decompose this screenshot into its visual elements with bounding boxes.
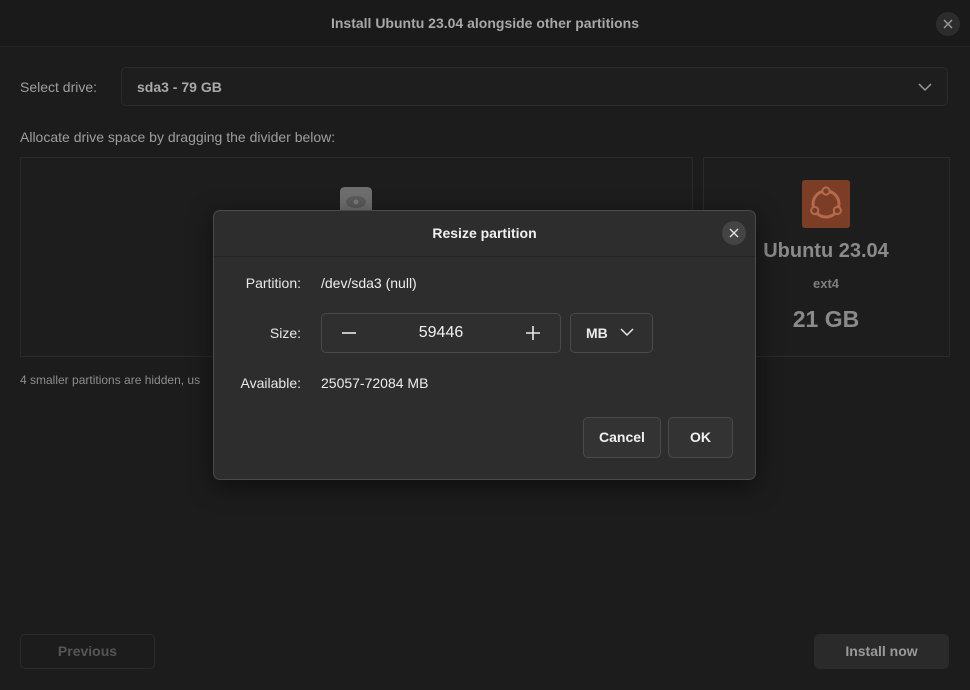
available-label: Available: xyxy=(240,375,301,391)
install-now-button-label: Install now xyxy=(845,643,918,659)
drive-dropdown[interactable]: sda3 - 79 GB xyxy=(121,67,948,106)
hard-drive-icon xyxy=(340,187,372,212)
previous-button-label: Previous xyxy=(57,643,118,659)
previous-button[interactable]: Previous xyxy=(20,634,155,669)
dialog-divider xyxy=(214,256,755,257)
window-close-button[interactable] xyxy=(936,12,960,36)
close-icon xyxy=(729,228,739,238)
cancel-button[interactable]: Cancel xyxy=(583,417,661,458)
chevron-down-icon xyxy=(918,83,932,92)
window-title: Install Ubuntu 23.04 alongside other par… xyxy=(330,15,640,31)
allocate-label: Allocate drive space by dragging the div… xyxy=(20,129,336,145)
title-bar: Install Ubuntu 23.04 alongside other par… xyxy=(0,0,970,47)
partition-label: Partition: xyxy=(245,275,301,291)
size-spinbutton[interactable]: 59446 xyxy=(321,313,561,353)
cancel-button-label: Cancel xyxy=(599,429,645,445)
dialog-close-button[interactable] xyxy=(722,221,746,245)
plus-icon xyxy=(526,326,540,340)
ok-button-label: OK xyxy=(690,429,711,445)
chevron-down-icon xyxy=(620,328,634,337)
partition-value: /dev/sda3 (null) xyxy=(321,275,417,291)
decrease-button[interactable] xyxy=(330,320,368,346)
hidden-partitions-note: 4 smaller partitions are hidden, us xyxy=(20,373,201,387)
ubuntu-logo xyxy=(802,180,850,228)
unit-dropdown[interactable]: MB xyxy=(570,313,653,353)
size-input[interactable]: 59446 xyxy=(382,324,500,342)
resize-partition-dialog: Resize partition Partition: /dev/sda3 (n… xyxy=(213,210,756,480)
size-label: Size: xyxy=(269,325,301,341)
available-value: 25057-72084 MB xyxy=(321,375,429,391)
close-icon xyxy=(943,19,953,29)
ok-button[interactable]: OK xyxy=(668,417,733,458)
minus-icon xyxy=(342,332,356,334)
install-now-button[interactable]: Install now xyxy=(814,634,949,669)
increase-button[interactable] xyxy=(514,320,552,346)
dialog-title: Resize partition xyxy=(432,225,537,241)
drive-dropdown-value: sda3 - 79 GB xyxy=(137,79,222,95)
unit-dropdown-value: MB xyxy=(586,325,608,341)
select-drive-label: Select drive: xyxy=(20,79,98,95)
